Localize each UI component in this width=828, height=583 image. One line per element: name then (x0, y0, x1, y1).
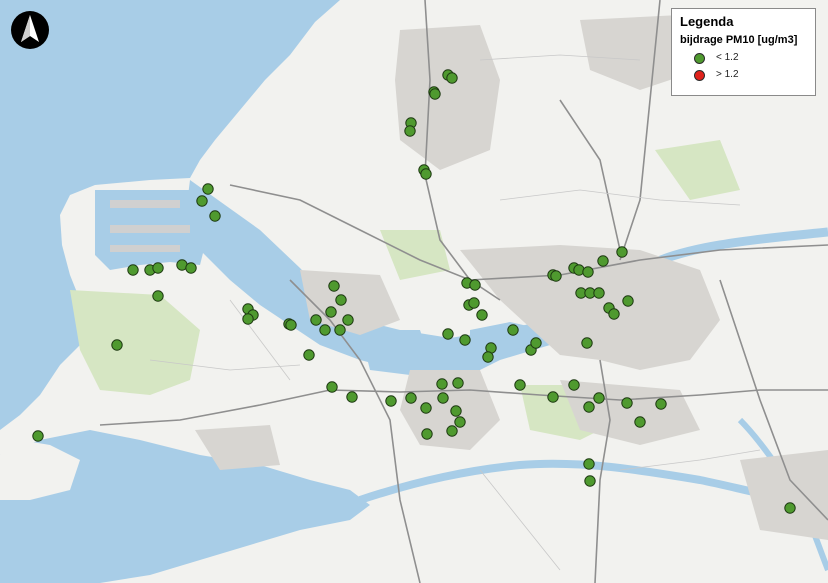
monitoring-point[interactable] (127, 264, 139, 276)
monitoring-point[interactable] (405, 392, 417, 404)
monitoring-point[interactable] (450, 405, 462, 417)
monitoring-point[interactable] (581, 337, 593, 349)
monitoring-point[interactable] (196, 195, 208, 207)
red-dot-icon (694, 69, 705, 81)
monitoring-point[interactable] (111, 339, 123, 351)
monitoring-point[interactable] (583, 401, 595, 413)
monitoring-point[interactable] (597, 255, 609, 267)
monitoring-point[interactable] (242, 313, 254, 325)
monitoring-point[interactable] (342, 314, 354, 326)
monitoring-point[interactable] (584, 475, 596, 487)
monitoring-point[interactable] (325, 306, 337, 318)
monitoring-point[interactable] (634, 416, 646, 428)
monitoring-point[interactable] (429, 88, 441, 100)
green-dot-icon (694, 52, 705, 64)
monitoring-point[interactable] (530, 337, 542, 349)
map-view[interactable]: Legenda bijdrage PM10 [ug/m3] < 1.2 > 1.… (0, 0, 828, 583)
monitoring-point[interactable] (469, 279, 481, 291)
monitoring-point[interactable] (420, 168, 432, 180)
legend-item-low: < 1.2 (680, 52, 807, 64)
monitoring-point[interactable] (185, 262, 197, 274)
monitoring-point[interactable] (285, 319, 297, 331)
monitoring-point[interactable] (346, 391, 358, 403)
legend-item-label: < 1.2 (716, 52, 739, 63)
monitoring-point[interactable] (583, 458, 595, 470)
monitoring-point[interactable] (326, 381, 338, 393)
legend-title: Legenda (680, 14, 734, 29)
monitoring-point[interactable] (550, 270, 562, 282)
legend-item-high: > 1.2 (680, 69, 807, 81)
monitoring-point[interactable] (468, 297, 480, 309)
monitoring-point[interactable] (334, 324, 346, 336)
monitoring-point[interactable] (582, 266, 594, 278)
pier (110, 225, 190, 233)
monitoring-point[interactable] (442, 328, 454, 340)
monitoring-point[interactable] (507, 324, 519, 336)
pier (110, 200, 180, 208)
monitoring-point[interactable] (446, 425, 458, 437)
monitoring-point[interactable] (436, 378, 448, 390)
north-arrow-icon (11, 11, 49, 49)
monitoring-point[interactable] (452, 377, 464, 389)
monitoring-point[interactable] (784, 502, 796, 514)
legend-subtitle: bijdrage PM10 [ug/m3] (680, 34, 798, 46)
monitoring-point[interactable] (547, 391, 559, 403)
monitoring-point[interactable] (446, 72, 458, 84)
monitoring-point[interactable] (335, 294, 347, 306)
monitoring-point[interactable] (404, 125, 416, 137)
monitoring-point[interactable] (622, 295, 634, 307)
monitoring-point[interactable] (152, 290, 164, 302)
monitoring-point[interactable] (593, 287, 605, 299)
monitoring-point[interactable] (454, 416, 466, 428)
monitoring-point[interactable] (608, 308, 620, 320)
monitoring-point[interactable] (310, 314, 322, 326)
monitoring-point[interactable] (32, 430, 44, 442)
monitoring-point[interactable] (437, 392, 449, 404)
pier (110, 245, 180, 252)
monitoring-point[interactable] (476, 309, 488, 321)
monitoring-point[interactable] (328, 280, 340, 292)
monitoring-point[interactable] (421, 428, 433, 440)
monitoring-point[interactable] (152, 262, 164, 274)
legend-item-label: > 1.2 (716, 69, 739, 80)
monitoring-point[interactable] (209, 210, 221, 222)
monitoring-point[interactable] (616, 246, 628, 258)
monitoring-point[interactable] (482, 351, 494, 363)
monitoring-point[interactable] (385, 395, 397, 407)
monitoring-point[interactable] (420, 402, 432, 414)
monitoring-point[interactable] (459, 334, 471, 346)
monitoring-point[interactable] (621, 397, 633, 409)
monitoring-point[interactable] (319, 324, 331, 336)
map-legend: Legenda bijdrage PM10 [ug/m3] < 1.2 > 1.… (671, 8, 816, 96)
monitoring-point[interactable] (202, 183, 214, 195)
monitoring-point[interactable] (655, 398, 667, 410)
monitoring-point[interactable] (593, 392, 605, 404)
monitoring-point[interactable] (514, 379, 526, 391)
monitoring-point[interactable] (303, 349, 315, 361)
monitoring-point[interactable] (568, 379, 580, 391)
